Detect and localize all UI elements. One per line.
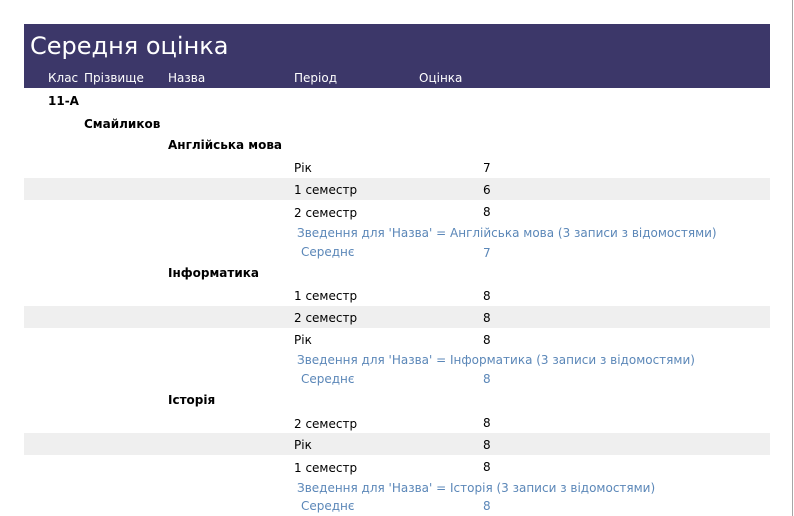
group-class: 11-А: [48, 94, 79, 108]
group-student: Смайликов: [84, 117, 161, 131]
average-value: 8: [483, 499, 491, 513]
average-label: Середнє: [301, 372, 355, 386]
grade-cell: 6: [483, 183, 491, 197]
group-summary: Зведення для 'Назва' = Англійська мова (…: [297, 226, 717, 240]
table-row: 2 семестр 8: [24, 306, 770, 328]
table-row: 2 семестр 8: [24, 200, 770, 222]
table-row: Рік 8: [24, 328, 770, 350]
table-row: 1 семестр 8: [24, 284, 770, 306]
subject-name: Інформатика: [168, 266, 260, 280]
period-cell: 1 семестр: [294, 183, 358, 197]
period-cell: 1 семестр: [294, 289, 358, 303]
group-summary: Зведення для 'Назва' = Інформатика (3 за…: [297, 353, 695, 367]
group-summary: Зведення для 'Назва' = Історія (3 записи…: [297, 481, 656, 495]
period-cell: 2 семестр: [294, 417, 358, 431]
grade-cell: 8: [483, 438, 491, 452]
period-cell: Рік: [294, 161, 312, 175]
period-cell: 2 семестр: [294, 311, 358, 325]
grade-cell: 8: [483, 416, 491, 430]
report-title: Середня оцінка: [30, 32, 229, 60]
column-header-period: Період: [294, 71, 337, 85]
table-row: Рік 7: [24, 156, 770, 178]
period-cell: Рік: [294, 438, 312, 452]
period-cell: Рік: [294, 333, 312, 347]
grade-cell: 8: [483, 460, 491, 474]
column-header-grade: Оцінка: [419, 71, 463, 85]
table-row: 2 семестр 8: [24, 411, 770, 433]
table-row: 1 семестр 8: [24, 455, 770, 477]
grade-cell: 8: [483, 205, 491, 219]
column-header-surname: Прізвище: [84, 71, 144, 85]
report-header: Середня оцінка Клас Прізвище Назва Періо…: [24, 24, 770, 88]
period-cell: 1 семестр: [294, 461, 358, 475]
report-page: Середня оцінка Клас Прізвище Назва Періо…: [0, 0, 793, 516]
column-header-subject: Назва: [168, 71, 206, 85]
table-row: 1 семестр 6: [24, 178, 770, 200]
grade-cell: 8: [483, 333, 491, 347]
table-row: Рік 8: [24, 433, 770, 455]
average-label: Середнє: [301, 245, 355, 259]
grade-cell: 8: [483, 311, 491, 325]
average-value: 8: [483, 372, 491, 386]
subject-name: Історія: [168, 393, 216, 407]
period-cell: 2 семестр: [294, 206, 358, 220]
average-label: Середнє: [301, 499, 355, 513]
grade-cell: 8: [483, 289, 491, 303]
column-header-class: Клас: [48, 71, 79, 85]
subject-name: Англійська мова: [168, 138, 283, 152]
average-value: 7: [483, 246, 491, 260]
grade-cell: 7: [483, 161, 491, 175]
